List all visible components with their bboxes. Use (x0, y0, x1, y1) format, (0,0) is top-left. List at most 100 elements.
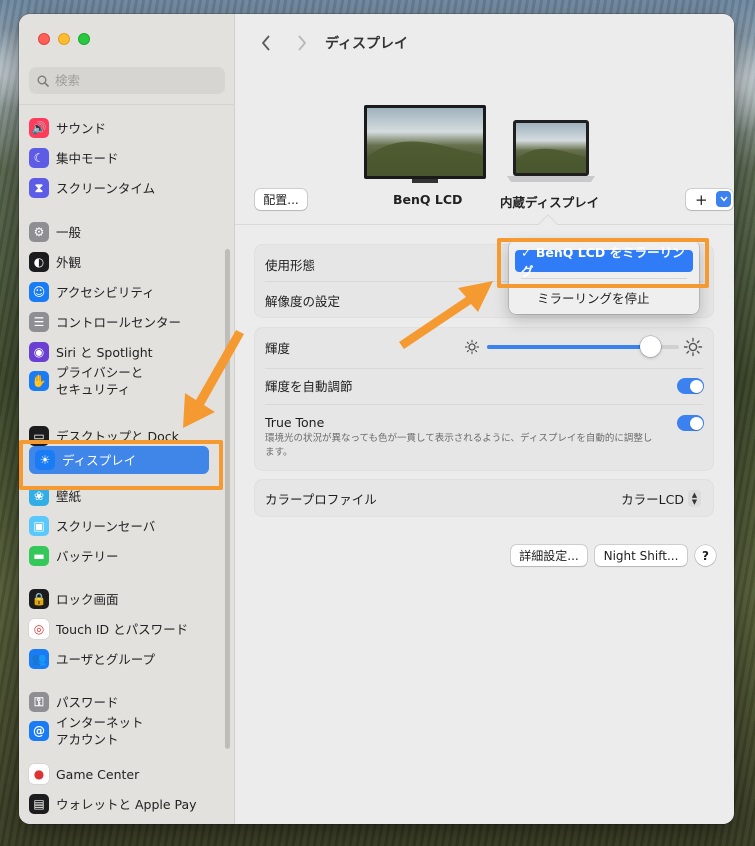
color-profile-group: カラープロファイル カラーLCD ▲ ▼ (255, 480, 713, 516)
sidebar-divider (19, 104, 235, 105)
sidebar-item-label: Siri と Spotlight (56, 344, 153, 360)
speaker-icon: 🔊 (29, 118, 49, 138)
night-shift-button[interactable]: Night Shift... (595, 545, 687, 566)
search-input[interactable] (55, 73, 215, 88)
sidebar-item-5[interactable]: ☺ アクセシビリティ (29, 282, 209, 302)
color-profile-popup[interactable]: カラーLCD ▲ ▼ (621, 489, 701, 508)
plus-icon: + (695, 190, 708, 209)
sidebar-item-label: 外観 (56, 254, 82, 270)
sidebar-item-label: ユーザとグループ (56, 651, 156, 667)
sidebar-item-15[interactable]: ◎ Touch ID とパスワード (29, 619, 209, 639)
hourglass-icon: ⧗ (29, 178, 49, 198)
sidebar-item-label: プライバシーと セキュリティ (56, 365, 144, 397)
sidebar-item-label: アクセシビリティ (56, 284, 155, 300)
users-icon: 👥 (29, 649, 49, 669)
sidebar-item-20[interactable]: ▤ ウォレットと Apple Pay (29, 794, 209, 814)
appearance-icon: ◐ (29, 252, 49, 272)
sidebar-item-8[interactable]: ✋ プライバシーと セキュリティ (29, 364, 209, 398)
sidebar-item-2[interactable]: ⧗ スクリーンタイム (29, 178, 209, 198)
forward-button[interactable] (289, 30, 315, 56)
minimize-button[interactable] (58, 33, 70, 45)
brightness-fill (487, 345, 651, 349)
sidebar-item-4[interactable]: ◐ 外観 (29, 252, 209, 272)
chevron-right-icon (298, 35, 306, 51)
true-tone-row: True Tone (265, 413, 703, 431)
sun-small-icon (464, 339, 480, 355)
sidebar-item-1[interactable]: ☾ 集中モード (29, 148, 209, 168)
true-tone-label: True Tone (265, 414, 325, 430)
external-display-thumbnail[interactable] (364, 105, 486, 185)
wallet-icon: ▤ (29, 794, 49, 814)
sidebar-item-label: コントロールセンター (56, 314, 182, 330)
chevron-left-icon (262, 35, 270, 51)
sidebar-item-label: サウンド (56, 120, 107, 136)
search-field[interactable] (29, 67, 225, 94)
display-separator (235, 224, 734, 225)
toolbar: ディスプレイ (253, 30, 408, 56)
lock-icon: 🔒 (29, 589, 49, 609)
selected-display-indicator (538, 214, 558, 234)
accessibility-icon: ☺ (29, 282, 49, 302)
sidebar-item-label: スクリーンタイム (56, 180, 156, 196)
main-pane: ディスプレイ 配置... BenQ LCD 内蔵ディスプレイ + 使用形態 解像… (235, 14, 734, 824)
stepper-icon: ▲ ▼ (688, 490, 701, 507)
at-icon: @ (29, 721, 49, 741)
help-button[interactable]: ? (695, 545, 716, 566)
control-center-icon: ☰ (29, 312, 49, 332)
brightness-group: 輝度 輝度を自動調節 True Tone 環境光の状況が異なっても色が一貫して表… (255, 328, 713, 470)
advanced-button[interactable]: 詳細設定... (511, 545, 587, 566)
sidebar-item-label: スクリーンセーバ (56, 518, 156, 534)
sidebar-item-3[interactable]: ⚙ 一般 (29, 222, 209, 242)
key-icon: ⚿ (29, 692, 49, 712)
row-divider (265, 404, 703, 405)
screensaver-icon: ▣ (29, 516, 49, 536)
brightness-label: 輝度 (265, 340, 291, 356)
sidebar-scrollbar[interactable] (225, 249, 230, 749)
highlight-box-menu (497, 238, 709, 288)
sidebar-item-label: ロック画面 (56, 591, 119, 607)
sidebar-item-12[interactable]: ▣ スクリーンセーバ (29, 516, 209, 536)
sidebar: 🔊 サウンド ☾ 集中モード ⧗ スクリーンタイム ⚙ 一般 ◐ 外観 ☺ アクセシビリティ ☰ コントロ… (19, 14, 235, 824)
game-center-icon: ● (29, 764, 49, 784)
row-divider (265, 368, 703, 369)
sidebar-item-label: パスワード (56, 694, 119, 710)
close-button[interactable] (38, 33, 50, 45)
zoom-button[interactable] (78, 33, 90, 45)
sidebar-item-6[interactable]: ☰ コントロールセンター (29, 312, 209, 332)
auto-brightness-toggle[interactable] (677, 378, 704, 394)
back-button[interactable] (253, 30, 279, 56)
siri-icon: ◉ (29, 342, 49, 362)
sidebar-item-7[interactable]: ◉ Siri と Spotlight (29, 342, 209, 362)
settings-window: 🔊 サウンド ☾ 集中モード ⧗ スクリーンタイム ⚙ 一般 ◐ 外観 ☺ アクセシビリティ ☰ コントロ… (19, 14, 734, 824)
sidebar-item-19[interactable]: ● Game Center (29, 764, 209, 784)
builtin-display-thumbnail[interactable] (507, 120, 595, 184)
sidebar-item-label: 一般 (56, 224, 82, 240)
sidebar-item-label: バッテリー (56, 548, 119, 564)
use-as-label: 使用形態 (265, 257, 316, 273)
chevron-down-icon (716, 191, 731, 207)
external-display-label: BenQ LCD (393, 192, 463, 207)
sidebar-item-0[interactable]: 🔊 サウンド (29, 118, 209, 138)
sidebar-item-label: インターネット アカウント (56, 715, 144, 747)
arrangement-button[interactable]: 配置... (255, 189, 307, 210)
menu-item-stop-mirroring[interactable]: ミラーリングを停止 (515, 286, 693, 308)
sidebar-item-17[interactable]: ⚿ パスワード (29, 692, 209, 712)
true-tone-description: 環境光の状況が異なっても色が一貫して表示されるように、ディスプレイを自動的に調整… (265, 433, 653, 458)
builtin-display-label: 内蔵ディスプレイ (500, 195, 600, 210)
auto-brightness-label: 輝度を自動調節 (265, 378, 353, 394)
page-title: ディスプレイ (325, 36, 409, 52)
sidebar-item-label: 壁紙 (56, 488, 82, 504)
sidebar-item-16[interactable]: 👥 ユーザとグループ (29, 649, 209, 669)
add-display-button[interactable]: + (686, 189, 733, 210)
sidebar-item-13[interactable]: ▬ バッテリー (29, 546, 209, 566)
sidebar-item-label: Game Center (56, 766, 140, 782)
sidebar-item-14[interactable]: 🔒 ロック画面 (29, 589, 209, 609)
resolution-label: 解像度の設定 (265, 293, 341, 309)
fingerprint-icon: ◎ (29, 619, 49, 639)
sun-large-icon (683, 337, 703, 357)
sidebar-item-label: ウォレットと Apple Pay (56, 796, 197, 812)
true-tone-toggle[interactable] (677, 415, 704, 431)
gear-icon: ⚙ (29, 222, 49, 242)
highlight-box-sidebar (19, 440, 223, 490)
sidebar-item-18[interactable]: @ インターネット アカウント (29, 714, 209, 748)
